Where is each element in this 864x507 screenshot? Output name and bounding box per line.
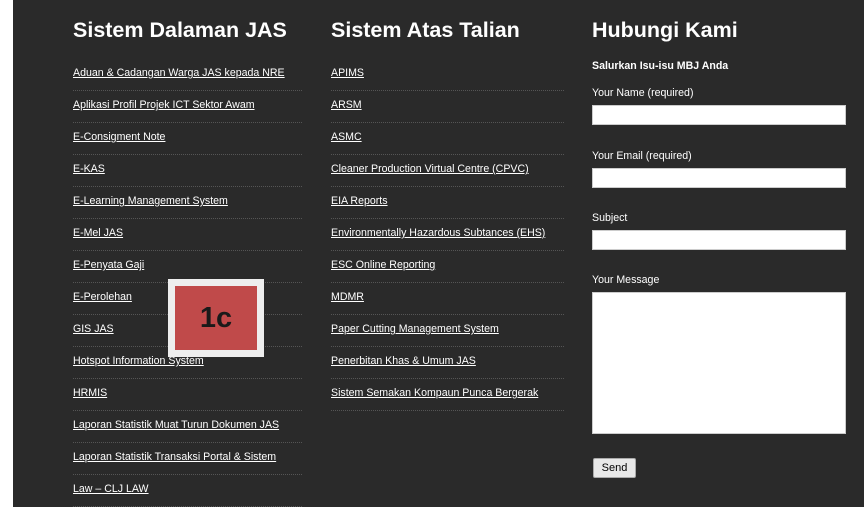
subject-input[interactable] <box>592 230 846 250</box>
online-system-link[interactable]: Environmentally Hazardous Subtances (EHS… <box>331 227 545 239</box>
link-list-item: Laporan Statistik Muat Turun Dokumen JAS <box>73 411 302 443</box>
message-textarea[interactable] <box>592 292 846 434</box>
internal-system-link[interactable]: E-Consigment Note <box>73 131 165 143</box>
subject-label: Subject <box>592 212 628 224</box>
internal-system-link[interactable]: Aduan & Cadangan Warga JAS kepada NRE <box>73 67 285 79</box>
link-list-item: ARSM <box>331 91 564 123</box>
send-button[interactable]: Send <box>593 458 636 478</box>
online-system-link[interactable]: EIA Reports <box>331 195 388 207</box>
internal-system-link[interactable]: E-Penyata Gaji <box>73 259 144 271</box>
internal-system-link[interactable]: Laporan Statistik Muat Turun Dokumen JAS <box>73 419 279 431</box>
link-list-item: E-Learning Management System <box>73 187 302 219</box>
internal-system-link[interactable]: E-Learning Management System <box>73 195 228 207</box>
contact-intro: Salurkan Isu-isu MBJ Anda <box>592 60 729 72</box>
link-list-item: Aduan & Cadangan Warga JAS kepada NRE <box>73 59 302 91</box>
internal-system-link[interactable]: E-Perolehan <box>73 291 132 303</box>
screenshot-canvas: Sistem Dalaman JAS Aduan & Cadangan Warg… <box>0 0 864 507</box>
link-list-item: Laporan Statistik Transaksi Portal & Sis… <box>73 443 302 475</box>
link-list-item: ESC Online Reporting <box>331 251 564 283</box>
internal-system-link[interactable]: Laporan Statistik Transaksi Portal & Sis… <box>73 451 276 463</box>
internal-system-link[interactable]: E-KAS <box>73 163 105 175</box>
link-list-item: Paper Cutting Management System <box>331 315 564 347</box>
name-input[interactable] <box>592 105 846 125</box>
online-system-link[interactable]: ASMC <box>331 131 362 143</box>
annotation-callout: 1c <box>168 279 264 357</box>
internal-systems-title: Sistem Dalaman JAS <box>73 18 287 42</box>
link-list-item: Cleaner Production Virtual Centre (CPVC) <box>331 155 564 187</box>
online-systems-title: Sistem Atas Talian <box>331 18 520 42</box>
online-system-link[interactable]: ARSM <box>331 99 362 111</box>
online-system-link[interactable]: Paper Cutting Management System <box>331 323 499 335</box>
contact-title: Hubungi Kami <box>592 18 738 42</box>
link-list-item: Sistem Semakan Kompaun Punca Bergerak <box>331 379 564 411</box>
internal-system-link[interactable]: GIS JAS <box>73 323 114 335</box>
link-list-item: HRMIS <box>73 379 302 411</box>
online-system-link[interactable]: Sistem Semakan Kompaun Punca Bergerak <box>331 387 538 399</box>
online-systems-list: APIMS ARSM ASMC Cleaner Production Virtual … <box>331 59 564 411</box>
online-system-link[interactable]: ESC Online Reporting <box>331 259 435 271</box>
internal-system-link[interactable]: E-Mel JAS <box>73 227 123 239</box>
online-system-link[interactable]: MDMR <box>331 291 364 303</box>
link-list-item: ASMC <box>331 123 564 155</box>
online-system-link[interactable]: Penerbitan Khas & Umum JAS <box>331 355 476 367</box>
link-list-item: Law – CLJ LAW <box>73 475 302 507</box>
link-list-item: Penerbitan Khas & Umum JAS <box>331 347 564 379</box>
internal-system-link[interactable]: Law – CLJ LAW <box>73 483 149 495</box>
link-list-item: Environmentally Hazardous Subtances (EHS… <box>331 219 564 251</box>
link-list-item: E-KAS <box>73 155 302 187</box>
email-input[interactable] <box>592 168 846 188</box>
internal-system-link[interactable]: HRMIS <box>73 387 107 399</box>
link-list-item: Aplikasi Profil Projek ICT Sektor Awam <box>73 91 302 123</box>
link-list-item: APIMS <box>331 59 564 91</box>
name-label: Your Name (required) <box>592 87 694 99</box>
link-list-item: MDMR <box>331 283 564 315</box>
message-label: Your Message <box>592 274 660 286</box>
callout-label: 1c <box>199 301 233 334</box>
internal-system-link[interactable]: Aplikasi Profil Projek ICT Sektor Awam <box>73 99 255 111</box>
online-system-link[interactable]: APIMS <box>331 67 364 79</box>
link-list-item: E-Consigment Note <box>73 123 302 155</box>
online-system-link[interactable]: Cleaner Production Virtual Centre (CPVC) <box>331 163 529 175</box>
link-list-item: EIA Reports <box>331 187 564 219</box>
email-label: Your Email (required) <box>592 150 692 162</box>
link-list-item: E-Mel JAS <box>73 219 302 251</box>
